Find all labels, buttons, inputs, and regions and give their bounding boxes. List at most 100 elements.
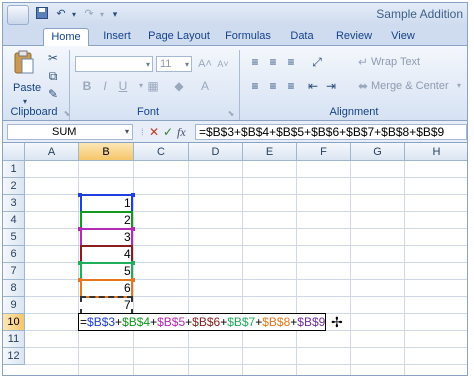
font-launcher-icon[interactable]: ⬊ bbox=[223, 106, 239, 122]
formula-token: $B$3 bbox=[87, 315, 116, 329]
gridline bbox=[25, 364, 467, 365]
merge-center-label[interactable]: Merge & Center bbox=[371, 80, 449, 92]
tab-data[interactable]: Data bbox=[285, 28, 319, 46]
redo-dropdown-icon[interactable]: ▾ bbox=[97, 7, 107, 22]
formula-input[interactable]: =$B$3+$B$4+$B$5+$B$6+$B$7+$B$8+$B$9 bbox=[195, 124, 467, 140]
column-header-c[interactable]: C bbox=[134, 143, 189, 161]
paste-label[interactable]: Paste bbox=[13, 82, 41, 94]
align-left-icon[interactable]: ≡ bbox=[247, 78, 263, 94]
column-header-d[interactable]: D bbox=[189, 143, 243, 161]
align-top-icon[interactable]: ≡ bbox=[247, 54, 263, 70]
decrease-indent-icon[interactable]: ⇤ bbox=[305, 78, 321, 94]
merge-dropdown-icon[interactable]: ▾ bbox=[451, 78, 467, 94]
tab-insert[interactable]: Insert bbox=[95, 28, 139, 46]
tab-home[interactable]: Home bbox=[43, 28, 89, 47]
excel-window: ↶ ▾ ↷ ▾ ▾ Sample Addition Home Insert Pa… bbox=[2, 2, 468, 376]
formula-bar: SUM ▾ ⁞ ✕ ✓ fx =$B$3+$B$4+$B$5+$B$6+$B$7… bbox=[3, 121, 467, 143]
cell-b8[interactable]: 6 bbox=[124, 280, 131, 297]
tab-view[interactable]: View bbox=[385, 28, 421, 46]
row-header-6[interactable]: 6 bbox=[3, 246, 25, 263]
font-size-combo[interactable]: 11 ▾ bbox=[156, 56, 192, 72]
cut-icon[interactable]: ✂ bbox=[45, 50, 61, 66]
row-header-11[interactable]: 11 bbox=[3, 331, 25, 348]
align-center-icon[interactable]: ≡ bbox=[265, 78, 281, 94]
row-header-12[interactable]: 12 bbox=[3, 348, 25, 365]
undo-icon[interactable]: ↶ bbox=[53, 7, 69, 22]
copy-icon[interactable]: ⧉ bbox=[45, 68, 61, 84]
align-right-icon[interactable]: ≡ bbox=[283, 78, 299, 94]
font-name-combo[interactable]: ▾ bbox=[75, 56, 153, 72]
tab-formulas[interactable]: Formulas bbox=[221, 28, 275, 46]
row-header-9[interactable]: 9 bbox=[3, 297, 25, 314]
align-middle-icon[interactable]: ≡ bbox=[265, 54, 281, 70]
fill-color-icon[interactable]: ◆ bbox=[171, 78, 187, 94]
name-box[interactable]: SUM bbox=[7, 124, 133, 140]
formula-token: + bbox=[115, 315, 123, 329]
align-bottom-icon[interactable]: ≡ bbox=[283, 54, 299, 70]
name-box-dropdown-icon[interactable]: ▾ bbox=[125, 124, 129, 140]
wrap-text-icon[interactable]: ↵ bbox=[355, 54, 371, 70]
gridline bbox=[25, 347, 467, 348]
cell-b10-editor[interactable]: =$B$3+$B$4+$B$5+$B$6+$B$7+$B$8+$B$9 bbox=[78, 313, 327, 331]
paste-icon[interactable] bbox=[11, 50, 37, 76]
grow-font-icon[interactable]: A˄ bbox=[197, 56, 213, 72]
column-header-h[interactable]: H bbox=[405, 143, 467, 161]
underline-button[interactable]: U bbox=[115, 78, 131, 94]
cell-b4[interactable]: 2 bbox=[124, 212, 131, 229]
orientation-icon[interactable]: ⤢ bbox=[309, 54, 325, 70]
enter-icon[interactable]: ✓ bbox=[163, 124, 173, 140]
row-header-8[interactable]: 8 bbox=[3, 280, 25, 297]
cell-b5[interactable]: 3 bbox=[124, 229, 131, 246]
gridline bbox=[404, 161, 405, 375]
reference-handle[interactable] bbox=[78, 193, 82, 197]
wrap-text-label[interactable]: Wrap Text bbox=[371, 56, 420, 68]
column-header-f[interactable]: F bbox=[297, 143, 351, 161]
reference-handle[interactable] bbox=[78, 227, 82, 231]
reference-handle[interactable] bbox=[78, 261, 82, 265]
row-header-2[interactable]: 2 bbox=[3, 178, 25, 195]
merge-center-icon[interactable]: ⬌ bbox=[355, 78, 371, 94]
tab-page-layout[interactable]: Page Layout bbox=[145, 28, 213, 46]
increase-indent-icon[interactable]: ⇥ bbox=[323, 78, 339, 94]
cell-b3[interactable]: 1 bbox=[124, 195, 131, 212]
borders-icon[interactable]: ▦ bbox=[145, 78, 161, 94]
cell-b7[interactable]: 5 bbox=[124, 263, 131, 280]
tab-review[interactable]: Review bbox=[331, 28, 377, 46]
row-header-1[interactable]: 1 bbox=[3, 161, 25, 178]
insert-function-icon[interactable]: fx bbox=[177, 124, 186, 140]
row-header-5[interactable]: 5 bbox=[3, 229, 25, 246]
name-box-value: SUM bbox=[52, 126, 77, 138]
row-header-7[interactable]: 7 bbox=[3, 263, 25, 280]
reference-handle[interactable] bbox=[131, 227, 135, 231]
column-header-g[interactable]: G bbox=[351, 143, 405, 161]
column-header-e[interactable]: E bbox=[243, 143, 297, 161]
redo-icon[interactable]: ↷ bbox=[81, 7, 97, 22]
font-color-icon[interactable]: A bbox=[197, 78, 213, 94]
select-all-corner[interactable] bbox=[3, 143, 25, 161]
gridline bbox=[25, 177, 467, 178]
cancel-icon[interactable]: ✕ bbox=[149, 124, 159, 140]
reference-handle[interactable] bbox=[131, 193, 135, 197]
italic-button[interactable]: I bbox=[97, 78, 113, 94]
column-header-a[interactable]: A bbox=[25, 143, 79, 161]
gridline bbox=[350, 161, 351, 375]
row-header-3[interactable]: 3 bbox=[3, 195, 25, 212]
save-icon[interactable] bbox=[35, 7, 49, 22]
format-painter-icon[interactable]: ✎ bbox=[45, 86, 61, 102]
row-header-10[interactable]: 10 bbox=[3, 314, 25, 331]
shrink-font-icon[interactable]: A˅ bbox=[215, 56, 231, 72]
font-name-dropdown-icon[interactable]: ▾ bbox=[146, 57, 150, 72]
row-header-4[interactable]: 4 bbox=[3, 212, 25, 229]
column-header-b[interactable]: B bbox=[79, 143, 134, 161]
reference-handle[interactable] bbox=[78, 278, 82, 282]
font-size-dropdown-icon[interactable]: ▾ bbox=[185, 57, 189, 72]
reference-handle[interactable] bbox=[131, 278, 135, 282]
cell-b9[interactable]: 7 bbox=[124, 297, 131, 314]
customize-toolbar-icon[interactable]: ▾ bbox=[109, 7, 121, 22]
gridline bbox=[188, 161, 189, 375]
office-button[interactable] bbox=[7, 5, 29, 25]
bold-button[interactable]: B bbox=[79, 78, 95, 94]
reference-handle[interactable] bbox=[131, 261, 135, 265]
undo-dropdown-icon[interactable]: ▾ bbox=[69, 7, 79, 22]
cell-b6[interactable]: 4 bbox=[124, 246, 131, 263]
